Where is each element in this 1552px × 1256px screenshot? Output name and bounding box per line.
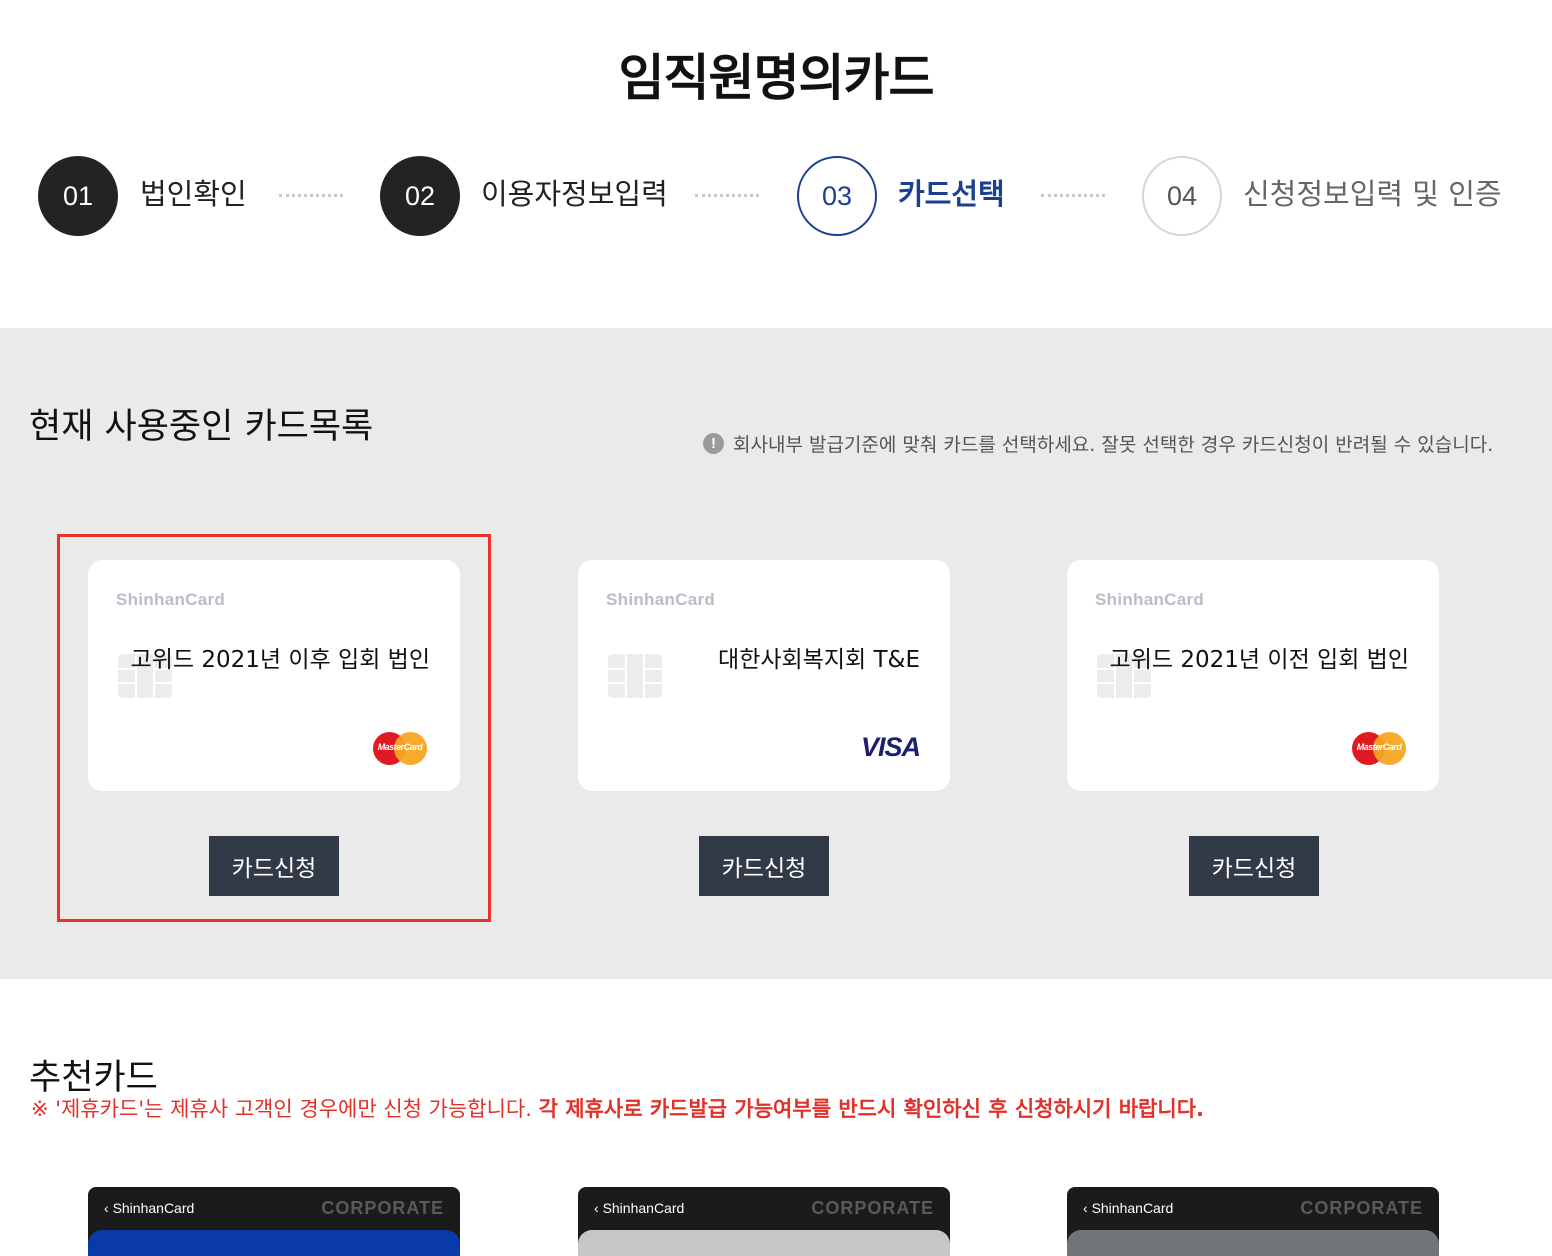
- apply-card-button[interactable]: 카드신청: [209, 836, 339, 896]
- step-divider: [1041, 194, 1105, 198]
- card-name: 고위드 2021년 이전 입회 법인: [1109, 647, 1409, 673]
- card-item[interactable]: ShinhanCard 고위드 2021년 이후 입회 법인 MasterCar…: [88, 560, 460, 791]
- chip-icon: [608, 654, 662, 698]
- visa-logo-icon: VISA: [860, 732, 921, 762]
- step-1-label: 법인확인: [140, 177, 247, 211]
- shinhancard-logo: ShinhanCard: [1095, 590, 1205, 609]
- step-divider: [279, 194, 343, 198]
- card-selection-notice: ! 회사내부 발급기준에 맞춰 카드를 선택하세요. 잘못 선택한 경우 카드신…: [703, 430, 1493, 457]
- apply-card-button[interactable]: 카드신청: [1189, 836, 1319, 896]
- corporate-badge: CORPORATE: [811, 1198, 934, 1218]
- mastercard-logo-icon: MasterCard: [1352, 732, 1406, 765]
- step-4-number: 04: [1142, 156, 1222, 236]
- recommend-notice-emphasis: 각 제휴사로 카드발급 가능여부를 반드시 확인하신 후 신청하시기 바랍니다.: [538, 1097, 1204, 1121]
- step-1-number: 01: [38, 156, 118, 236]
- card-name: 대한사회복지회 T&E: [718, 647, 920, 673]
- recommended-card[interactable]: ‹ ShinhanCard CORPORATE: [1067, 1187, 1439, 1256]
- step-3-label: 카드선택: [898, 177, 1005, 211]
- notice-text: 회사내부 발급기준에 맞춰 카드를 선택하세요. 잘못 선택한 경우 카드신청이…: [733, 434, 1494, 456]
- card-face: [88, 1230, 460, 1256]
- step-3-number: 03: [797, 156, 877, 236]
- step-divider: [695, 194, 759, 198]
- current-cards-section: 현재 사용중인 카드목록 ! 회사내부 발급기준에 맞춰 카드를 선택하세요. …: [0, 328, 1552, 979]
- exclamation-icon: !: [703, 433, 724, 454]
- page-title: 임직원명의카드: [618, 49, 935, 107]
- card-face: [578, 1230, 950, 1256]
- current-cards-heading: 현재 사용중인 카드목록: [29, 407, 374, 447]
- shinhancard-logo: ShinhanCard: [606, 590, 716, 609]
- card-name: 고위드 2021년 이후 입회 법인: [130, 647, 430, 673]
- shinhancard-logo: ‹ ShinhanCard: [1083, 1200, 1174, 1216]
- apply-card-button[interactable]: 카드신청: [699, 836, 829, 896]
- step-indicator: 01 법인확인 02 이용자정보입력 03 카드선택 04 신청정보입력 및 인…: [0, 156, 1552, 238]
- card-item[interactable]: ShinhanCard 고위드 2021년 이전 입회 법인 MasterCar…: [1067, 560, 1439, 791]
- recommend-notice: ※ '제휴카드'는 제휴사 고객인 경우에만 신청 가능합니다. 각 제휴사로 …: [31, 1093, 1204, 1123]
- card-face: [1067, 1230, 1439, 1256]
- recommended-card[interactable]: ‹ ShinhanCard CORPORATE: [578, 1187, 950, 1256]
- step-4-label: 신청정보입력 및 인증: [1243, 177, 1502, 211]
- recommend-notice-text: ※ '제휴카드'는 제휴사 고객인 경우에만 신청 가능합니다.: [31, 1097, 532, 1121]
- card-item[interactable]: ShinhanCard 대한사회복지회 T&E VISA: [578, 560, 950, 791]
- mastercard-logo-icon: MasterCard: [373, 732, 427, 765]
- shinhancard-logo: ‹ ShinhanCard: [594, 1200, 685, 1216]
- shinhancard-logo: ‹ ShinhanCard: [104, 1200, 195, 1216]
- corporate-badge: CORPORATE: [1300, 1198, 1423, 1218]
- shinhancard-logo: ShinhanCard: [116, 590, 226, 609]
- corporate-badge: CORPORATE: [321, 1198, 444, 1218]
- step-2-number: 02: [380, 156, 460, 236]
- step-2-label: 이용자정보입력: [481, 177, 668, 211]
- recommended-card[interactable]: ‹ ShinhanCard CORPORATE: [88, 1187, 460, 1256]
